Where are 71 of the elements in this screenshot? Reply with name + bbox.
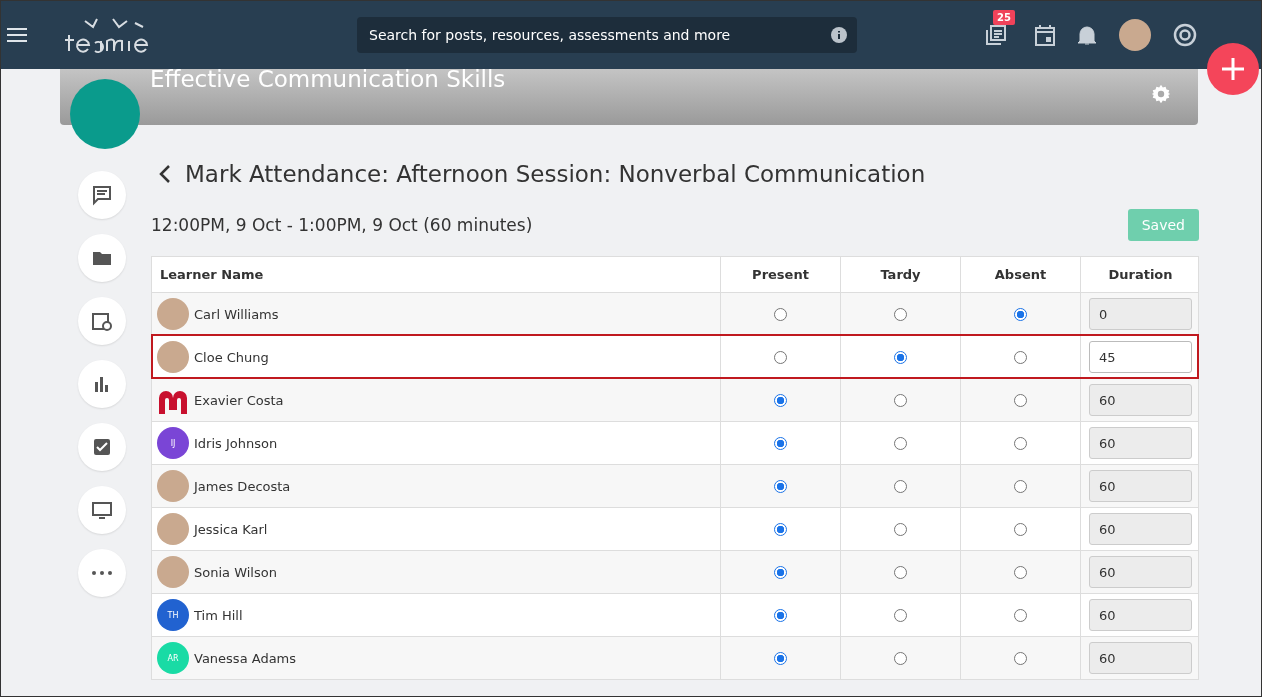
attendance-radio[interactable] bbox=[1014, 565, 1027, 579]
attendance-radio[interactable] bbox=[894, 350, 907, 364]
learner-name: Sonia Wilson bbox=[194, 564, 277, 580]
attendance-radio[interactable] bbox=[774, 436, 787, 450]
avatar-placeholder bbox=[157, 513, 189, 545]
attendance-radio[interactable] bbox=[1014, 522, 1027, 536]
gear-icon[interactable] bbox=[1150, 83, 1172, 105]
attendance-radio[interactable] bbox=[1014, 307, 1027, 321]
attendance-radio[interactable] bbox=[894, 651, 907, 665]
attendance-radio[interactable] bbox=[1014, 350, 1027, 364]
add-button[interactable] bbox=[1207, 43, 1259, 95]
sidebar-button[interactable] bbox=[78, 234, 126, 282]
learner-name: James Decosta bbox=[194, 478, 291, 494]
attendance-radio[interactable] bbox=[774, 651, 787, 665]
attendance-radio[interactable] bbox=[1014, 479, 1027, 493]
learner-name: Idris Johnson bbox=[194, 435, 278, 451]
attendance-radio[interactable] bbox=[774, 522, 787, 536]
posts-icon bbox=[90, 183, 114, 207]
page-title: Mark Attendance: Afternoon Session: Nonverbal Communication bbox=[185, 161, 926, 187]
sidebar-button[interactable] bbox=[78, 297, 126, 345]
learner-name: Jessica Karl bbox=[194, 521, 268, 537]
attendance-radio[interactable] bbox=[894, 565, 907, 579]
column-header: Learner Name bbox=[159, 266, 265, 284]
help-icon[interactable] bbox=[1173, 23, 1197, 47]
course-title: Effective Communication Skills bbox=[150, 69, 506, 92]
learner-name: Cloe Chung bbox=[194, 349, 269, 365]
sidebar-button[interactable] bbox=[78, 486, 126, 534]
learner-name: Vanessa Adams bbox=[194, 650, 297, 666]
stack-icon[interactable] bbox=[985, 24, 1007, 46]
attendance-radio[interactable] bbox=[774, 350, 787, 364]
notification-badge: 25 bbox=[993, 10, 1015, 25]
search-field[interactable]: Search for posts, resources, assessments and more bbox=[367, 26, 831, 44]
attendance-radio[interactable] bbox=[894, 307, 907, 321]
attendance-radio[interactable] bbox=[1014, 436, 1027, 450]
attendance-radio[interactable] bbox=[774, 393, 787, 407]
calendar-icon[interactable] bbox=[1035, 24, 1055, 46]
learner-name: Carl Williams bbox=[194, 306, 279, 322]
sidebar-button[interactable] bbox=[78, 171, 126, 219]
initials-avatar: IJ bbox=[157, 427, 189, 459]
attendance-radio[interactable] bbox=[894, 479, 907, 493]
attendance-radio[interactable] bbox=[894, 522, 907, 536]
avatar-placeholder bbox=[157, 470, 189, 502]
bell-icon[interactable] bbox=[1077, 24, 1097, 46]
initials-avatar: TH bbox=[157, 599, 189, 631]
attendance-radio[interactable] bbox=[774, 479, 787, 493]
attendance-radio[interactable] bbox=[894, 608, 907, 622]
plus-icon bbox=[1221, 57, 1245, 81]
attendance-radio[interactable] bbox=[1014, 608, 1027, 622]
menu-icon[interactable] bbox=[7, 27, 27, 43]
attendance-radio[interactable] bbox=[774, 565, 787, 579]
back-icon[interactable] bbox=[159, 164, 171, 184]
initials-avatar: AR bbox=[157, 642, 189, 674]
learner-name: Exavier Costa bbox=[194, 392, 284, 408]
attendance-radio[interactable] bbox=[1014, 651, 1027, 665]
learner-name: Tim Hill bbox=[194, 607, 243, 623]
avatar-placeholder bbox=[157, 341, 189, 373]
avatar-placeholder bbox=[157, 298, 189, 330]
attendance-radio[interactable] bbox=[894, 393, 907, 407]
avatar-placeholder bbox=[157, 556, 189, 588]
session-time: 12:00PM, 9 Oct - 1:00PM, 9 Oct (60 minutes) bbox=[151, 215, 533, 235]
sidebar-button[interactable] bbox=[78, 423, 126, 471]
attendance-radio[interactable] bbox=[894, 436, 907, 450]
info-icon[interactable] bbox=[831, 27, 847, 43]
sidebar-button[interactable] bbox=[78, 360, 126, 408]
more-icon bbox=[90, 570, 114, 576]
attendance-radio[interactable] bbox=[774, 608, 787, 622]
duration-field[interactable]: 45 bbox=[1089, 341, 1192, 373]
attendance-radio[interactable] bbox=[774, 307, 787, 321]
attendance-radio[interactable] bbox=[1014, 393, 1027, 407]
user-avatar[interactable] bbox=[1119, 19, 1151, 51]
search-bar[interactable]: Search for posts, resources, assessments and more bbox=[357, 17, 857, 53]
